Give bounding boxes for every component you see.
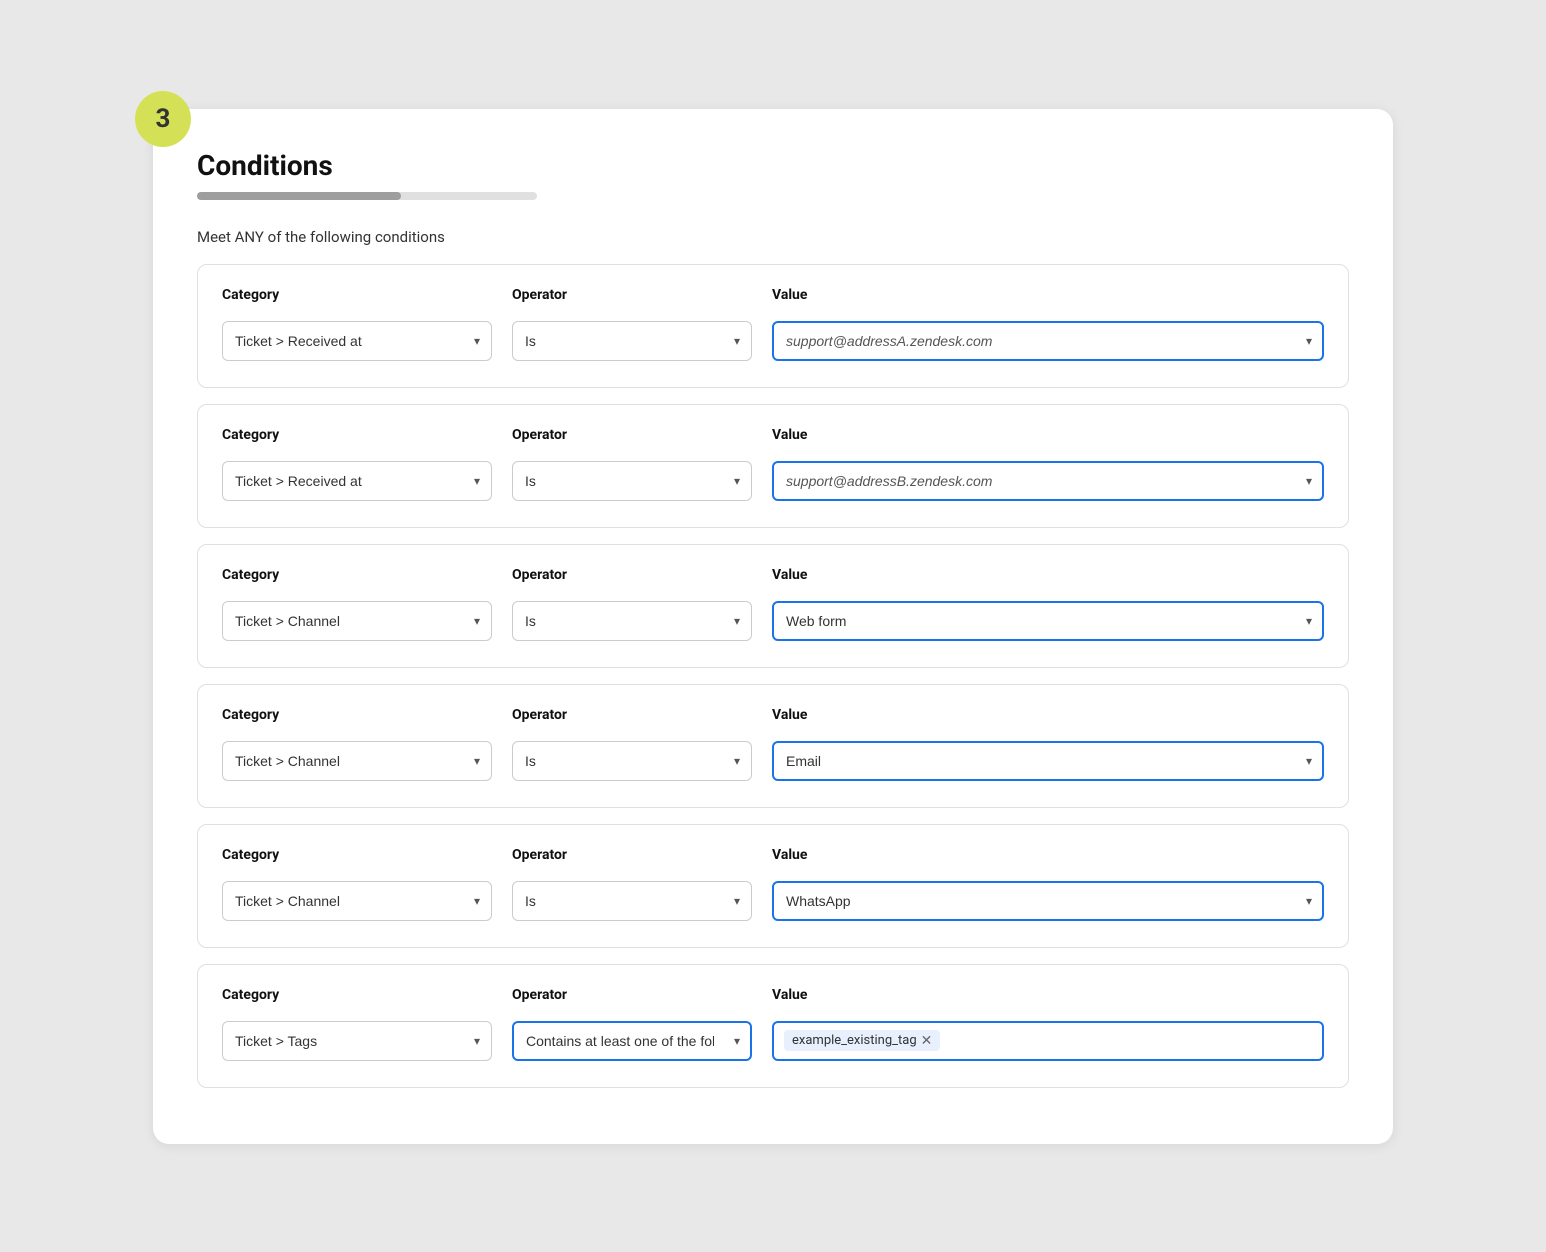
category-select[interactable]: Ticket > Channel: [222, 601, 492, 641]
value-select[interactable]: support@addressA.zendesk.com: [772, 321, 1324, 361]
condition-row: Category Operator Value Ticket > Channel…: [197, 824, 1349, 948]
category-label: Category: [222, 987, 492, 1003]
category-select-wrapper[interactable]: Ticket > Received at ▾: [222, 321, 492, 361]
category-label: Category: [222, 287, 492, 303]
step-badge: 3: [135, 91, 191, 147]
value-select[interactable]: Email: [772, 741, 1324, 781]
category-select[interactable]: Ticket > Tags: [222, 1021, 492, 1061]
progress-bar: [197, 192, 537, 200]
section-label: Meet ANY of the following conditions: [197, 228, 1349, 246]
operator-select[interactable]: Is: [512, 881, 752, 921]
page-title: Conditions: [197, 149, 1349, 182]
condition-row: Category Operator Value Ticket > Receive…: [197, 264, 1349, 388]
category-select[interactable]: Ticket > Channel: [222, 741, 492, 781]
value-label: Value: [772, 567, 1324, 583]
tag-chip: example_existing_tag ✕: [784, 1030, 940, 1051]
value-select-wrapper[interactable]: support@addressB.zendesk.com ▾: [772, 461, 1324, 501]
value-select-wrapper[interactable]: WhatsApp ▾: [772, 881, 1324, 921]
operator-label: Operator: [512, 707, 752, 723]
operator-select-wrapper[interactable]: Is ▾: [512, 321, 752, 361]
value-select[interactable]: WhatsApp: [772, 881, 1324, 921]
category-select-wrapper[interactable]: Ticket > Channel ▾: [222, 741, 492, 781]
value-select[interactable]: Web form: [772, 601, 1324, 641]
progress-bar-fill: [197, 192, 401, 200]
operator-label: Operator: [512, 567, 752, 583]
value-label: Value: [772, 427, 1324, 443]
condition-row: Category Operator Value Ticket > Channel…: [197, 544, 1349, 668]
value-label: Value: [772, 707, 1324, 723]
category-select[interactable]: Ticket > Channel: [222, 881, 492, 921]
category-select-wrapper[interactable]: Ticket > Channel ▾: [222, 881, 492, 921]
category-label: Category: [222, 707, 492, 723]
operator-select[interactable]: Contains at least one of the following: [512, 1021, 752, 1061]
conditions-list: Category Operator Value Ticket > Receive…: [197, 264, 1349, 1088]
operator-label: Operator: [512, 427, 752, 443]
operator-select-wrapper[interactable]: Is ▾: [512, 601, 752, 641]
operator-select-wrapper[interactable]: Is ▾: [512, 881, 752, 921]
category-select-wrapper[interactable]: Ticket > Channel ▾: [222, 601, 492, 641]
operator-label: Operator: [512, 287, 752, 303]
value-label: Value: [772, 287, 1324, 303]
category-select-wrapper[interactable]: Ticket > Tags ▾: [222, 1021, 492, 1061]
operator-select[interactable]: Is: [512, 321, 752, 361]
condition-row: Category Operator Value Ticket > Tags ▾ …: [197, 964, 1349, 1088]
category-select[interactable]: Ticket > Received at: [222, 461, 492, 501]
value-select-wrapper[interactable]: Email ▾: [772, 741, 1324, 781]
tag-remove-icon[interactable]: ✕: [921, 1034, 933, 1048]
conditions-panel: 3 Conditions Meet ANY of the following c…: [153, 109, 1393, 1144]
value-label: Value: [772, 847, 1324, 863]
category-select-wrapper[interactable]: Ticket > Received at ▾: [222, 461, 492, 501]
operator-select[interactable]: Is: [512, 601, 752, 641]
tag-label: example_existing_tag: [792, 1033, 917, 1048]
operator-select-wrapper[interactable]: Is ▾: [512, 741, 752, 781]
value-select[interactable]: support@addressB.zendesk.com: [772, 461, 1324, 501]
condition-row: Category Operator Value Ticket > Channel…: [197, 684, 1349, 808]
operator-select-wrapper[interactable]: Contains at least one of the following ▾: [512, 1021, 752, 1061]
operator-select-wrapper[interactable]: Is ▾: [512, 461, 752, 501]
value-select-wrapper[interactable]: Web form ▾: [772, 601, 1324, 641]
operator-select[interactable]: Is: [512, 461, 752, 501]
operator-select[interactable]: Is: [512, 741, 752, 781]
value-select-wrapper[interactable]: support@addressA.zendesk.com ▾: [772, 321, 1324, 361]
category-label: Category: [222, 427, 492, 443]
value-label: Value: [772, 987, 1324, 1003]
category-select[interactable]: Ticket > Received at: [222, 321, 492, 361]
category-label: Category: [222, 847, 492, 863]
tags-value-box[interactable]: example_existing_tag ✕: [772, 1021, 1324, 1061]
operator-label: Operator: [512, 847, 752, 863]
condition-row: Category Operator Value Ticket > Receive…: [197, 404, 1349, 528]
category-label: Category: [222, 567, 492, 583]
operator-label: Operator: [512, 987, 752, 1003]
